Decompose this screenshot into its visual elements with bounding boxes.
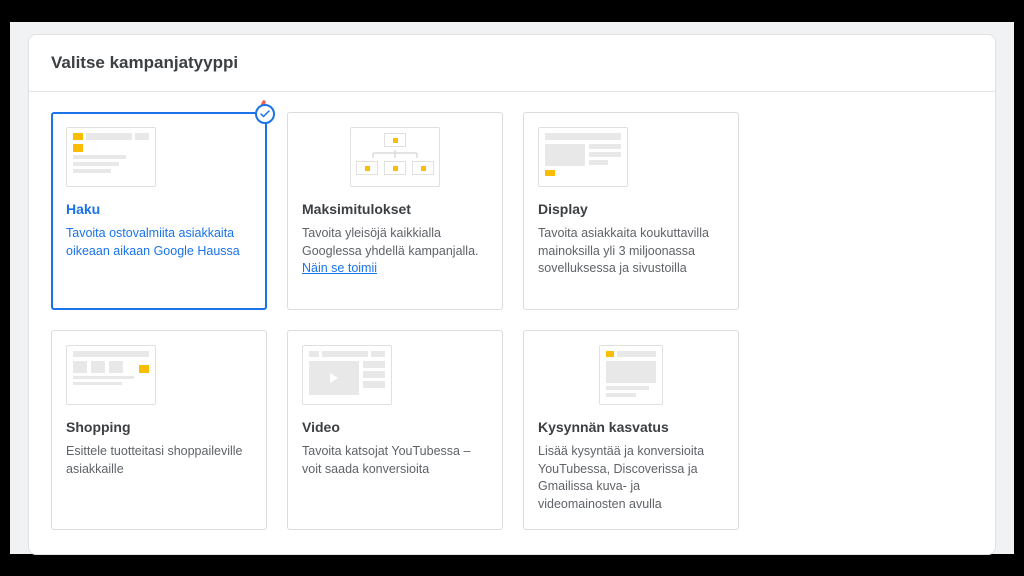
campaign-card-shopping[interactable]: Shopping Esittele tuotteitasi shoppailev…: [51, 330, 267, 530]
campaign-card-video[interactable]: Video Tavoita katsojat YouTubessa – voit…: [287, 330, 503, 530]
campaign-card-search[interactable]: Haku Tavoita ostovalmiita asiakkaita oik…: [51, 112, 267, 310]
card-title: Shopping: [66, 419, 252, 435]
card-desc: Tavoita ostovalmiita asiakkaita oikeaan …: [66, 225, 252, 260]
selected-check-icon: [255, 104, 275, 124]
card-desc: Esittele tuotteitasi shoppaileville asia…: [66, 443, 252, 478]
card-title: Video: [302, 419, 488, 435]
how-it-works-link[interactable]: Näin se toimii: [302, 261, 377, 275]
thumb-shopping-icon: [66, 345, 156, 405]
card-desc: Tavoita asiakkaita koukuttavilla mainoks…: [538, 225, 724, 278]
campaign-type-panel: Valitse kampanjatyyppi Haku: [28, 34, 996, 555]
card-desc: Lisää kysyntää ja konversioita YouTubess…: [538, 443, 724, 513]
thumb-demand-icon: [599, 345, 663, 405]
card-title: Haku: [66, 201, 252, 217]
card-grid: Haku Tavoita ostovalmiita asiakkaita oik…: [29, 92, 995, 554]
thumb-video-icon: [302, 345, 392, 405]
card-title: Display: [538, 201, 724, 217]
card-desc: Tavoita katsojat YouTubessa – voit saada…: [302, 443, 488, 478]
panel-title: Valitse kampanjatyyppi: [29, 35, 995, 92]
page-background: Valitse kampanjatyyppi Haku: [10, 22, 1014, 554]
thumb-search-icon: [66, 127, 156, 187]
campaign-card-demand-gen[interactable]: Kysynnän kasvatus Lisää kysyntää ja konv…: [523, 330, 739, 530]
thumb-pmax-icon: [350, 127, 440, 187]
card-title: Maksimitulokset: [302, 201, 488, 217]
card-desc: Tavoita yleisöjä kaikkialla Googlessa yh…: [302, 225, 488, 278]
card-title: Kysynnän kasvatus: [538, 419, 724, 435]
campaign-card-display[interactable]: Display Tavoita asiakkaita koukuttavilla…: [523, 112, 739, 310]
campaign-card-pmax[interactable]: Maksimitulokset Tavoita yleisöjä kaikkia…: [287, 112, 503, 310]
thumb-display-icon: [538, 127, 628, 187]
card-desc-text: Tavoita yleisöjä kaikkialla Googlessa yh…: [302, 226, 479, 258]
